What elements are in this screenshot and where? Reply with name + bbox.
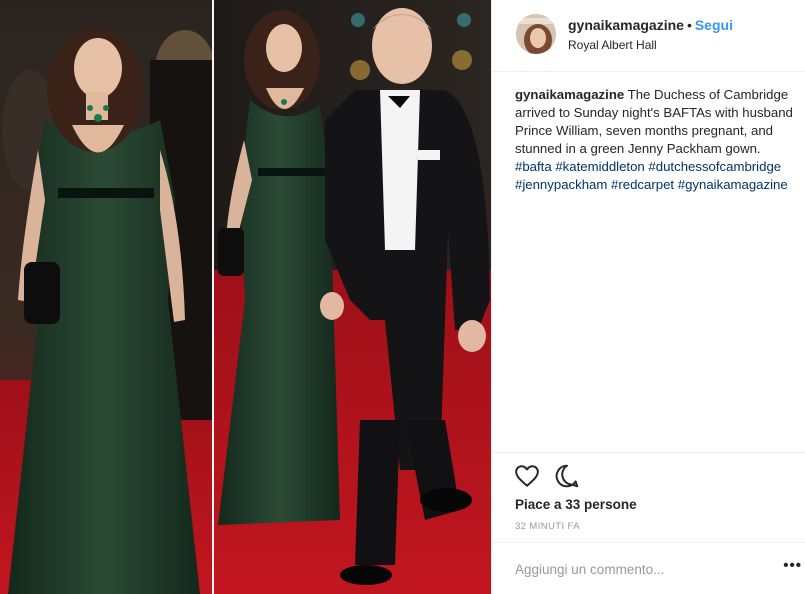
comment-bubble-icon[interactable] [554,463,580,489]
header-user-line: gynaikamagazine • Segui [568,17,733,33]
red-carpet-photo [0,0,491,594]
follow-button[interactable]: Segui [695,17,733,33]
heart-icon[interactable] [514,463,540,489]
caption-hashtags[interactable]: #bafta #katemiddleton #dutchessofcambrid… [515,159,788,192]
comment-input[interactable] [512,558,768,580]
actions-divider [492,452,805,454]
separator-dot: • [686,17,692,33]
ellipsis-icon[interactable]: ••• [783,557,802,574]
post-header: gynaikamagazine • Segui Royal Albert Hall [492,0,805,72]
comment-row: ••• [492,542,805,594]
post-timestamp: 32 MINUTI FA [515,521,580,532]
comment-icon-svg [555,464,579,488]
heart-icon-svg [515,465,539,487]
post-sidebar: gynaikamagazine • Segui Royal Albert Hall … [491,0,805,594]
likes-count[interactable]: Piace a 33 persone [515,497,637,512]
post-caption: gynaikamagazine The Duchess of Cambridge… [515,86,800,194]
avatar[interactable] [516,14,556,54]
username-link[interactable]: gynaikamagazine [568,17,684,33]
post-photo[interactable] [0,0,491,594]
caption-username[interactable]: gynaikamagazine [515,87,624,102]
location-link[interactable]: Royal Albert Hall [568,38,657,52]
avatar-image [516,14,556,54]
